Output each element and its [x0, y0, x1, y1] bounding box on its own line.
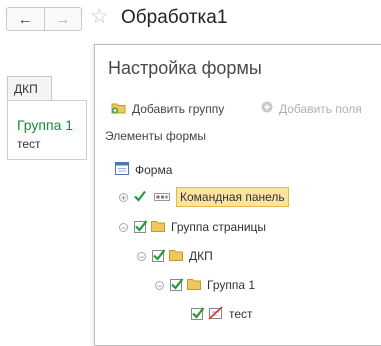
tree-item-form[interactable]: Форма — [115, 159, 172, 181]
add-fields-label: Добавить поля — [279, 101, 362, 116]
form-preview-panel: Группа 1 тест — [7, 100, 87, 160]
navigation-buttons: ← → — [6, 7, 82, 31]
elements-section-label: Элементы формы — [105, 129, 207, 143]
checkbox-page-group[interactable] — [134, 220, 148, 233]
back-button[interactable]: ← — [7, 8, 45, 30]
folder-icon — [187, 278, 201, 293]
folder-add-icon — [111, 101, 126, 117]
tree-item-group1[interactable]: − Группа 1 — [155, 274, 255, 296]
expand-icon[interactable]: + — [119, 192, 128, 202]
field-text: тест — [17, 137, 41, 151]
arrow-left-icon: ← — [17, 10, 33, 28]
forward-button[interactable]: → — [45, 8, 82, 30]
arrow-right-icon: → — [55, 10, 71, 28]
folder-icon — [169, 249, 183, 264]
checkbox-group1[interactable] — [170, 278, 184, 291]
tree-label-form: Форма — [135, 163, 173, 177]
checkbox-dkp[interactable] — [152, 249, 166, 262]
favorite-star-icon[interactable]: ☆ — [90, 5, 109, 29]
tree-label-test: тест — [229, 307, 253, 321]
add-circle-icon — [261, 101, 273, 116]
tree-label-command-bar: Командная панель — [176, 187, 289, 207]
checkbox-test[interactable] — [191, 307, 205, 320]
tree-item-dkp[interactable]: − ДКП — [137, 245, 213, 267]
collapse-icon[interactable]: − — [155, 280, 164, 290]
command-bar-icon — [154, 190, 170, 204]
checkmark-icon[interactable] — [134, 190, 146, 205]
tree-label-group1: Группа 1 — [207, 278, 256, 292]
form-settings-dialog: Настройка формы Добавить группу Добавить… — [94, 44, 381, 346]
tab-dkp[interactable]: ДКП — [7, 76, 52, 100]
tree-item-command-bar[interactable]: + Командная панель — [119, 186, 289, 208]
add-group-button[interactable]: Добавить группу — [111, 101, 224, 117]
dialog-title: Настройка формы — [108, 58, 262, 78]
add-fields-button[interactable]: Добавить поля — [261, 101, 362, 116]
add-group-label: Добавить группу — [132, 102, 225, 116]
tree-item-page-group[interactable]: − Группа страницы — [119, 216, 266, 238]
tree-label-page-group: Группа страницы — [171, 220, 267, 234]
collapse-icon[interactable]: − — [119, 222, 128, 232]
group-title: Группа 1 — [17, 117, 74, 133]
tree-label-dkp: ДКП — [189, 249, 213, 263]
tree-item-test[interactable]: тест — [191, 303, 253, 325]
form-icon — [115, 162, 129, 178]
folder-icon — [151, 220, 165, 235]
window-title: Обработка1 — [121, 7, 228, 28]
input-field-icon — [208, 305, 223, 323]
collapse-icon[interactable]: − — [137, 251, 146, 261]
